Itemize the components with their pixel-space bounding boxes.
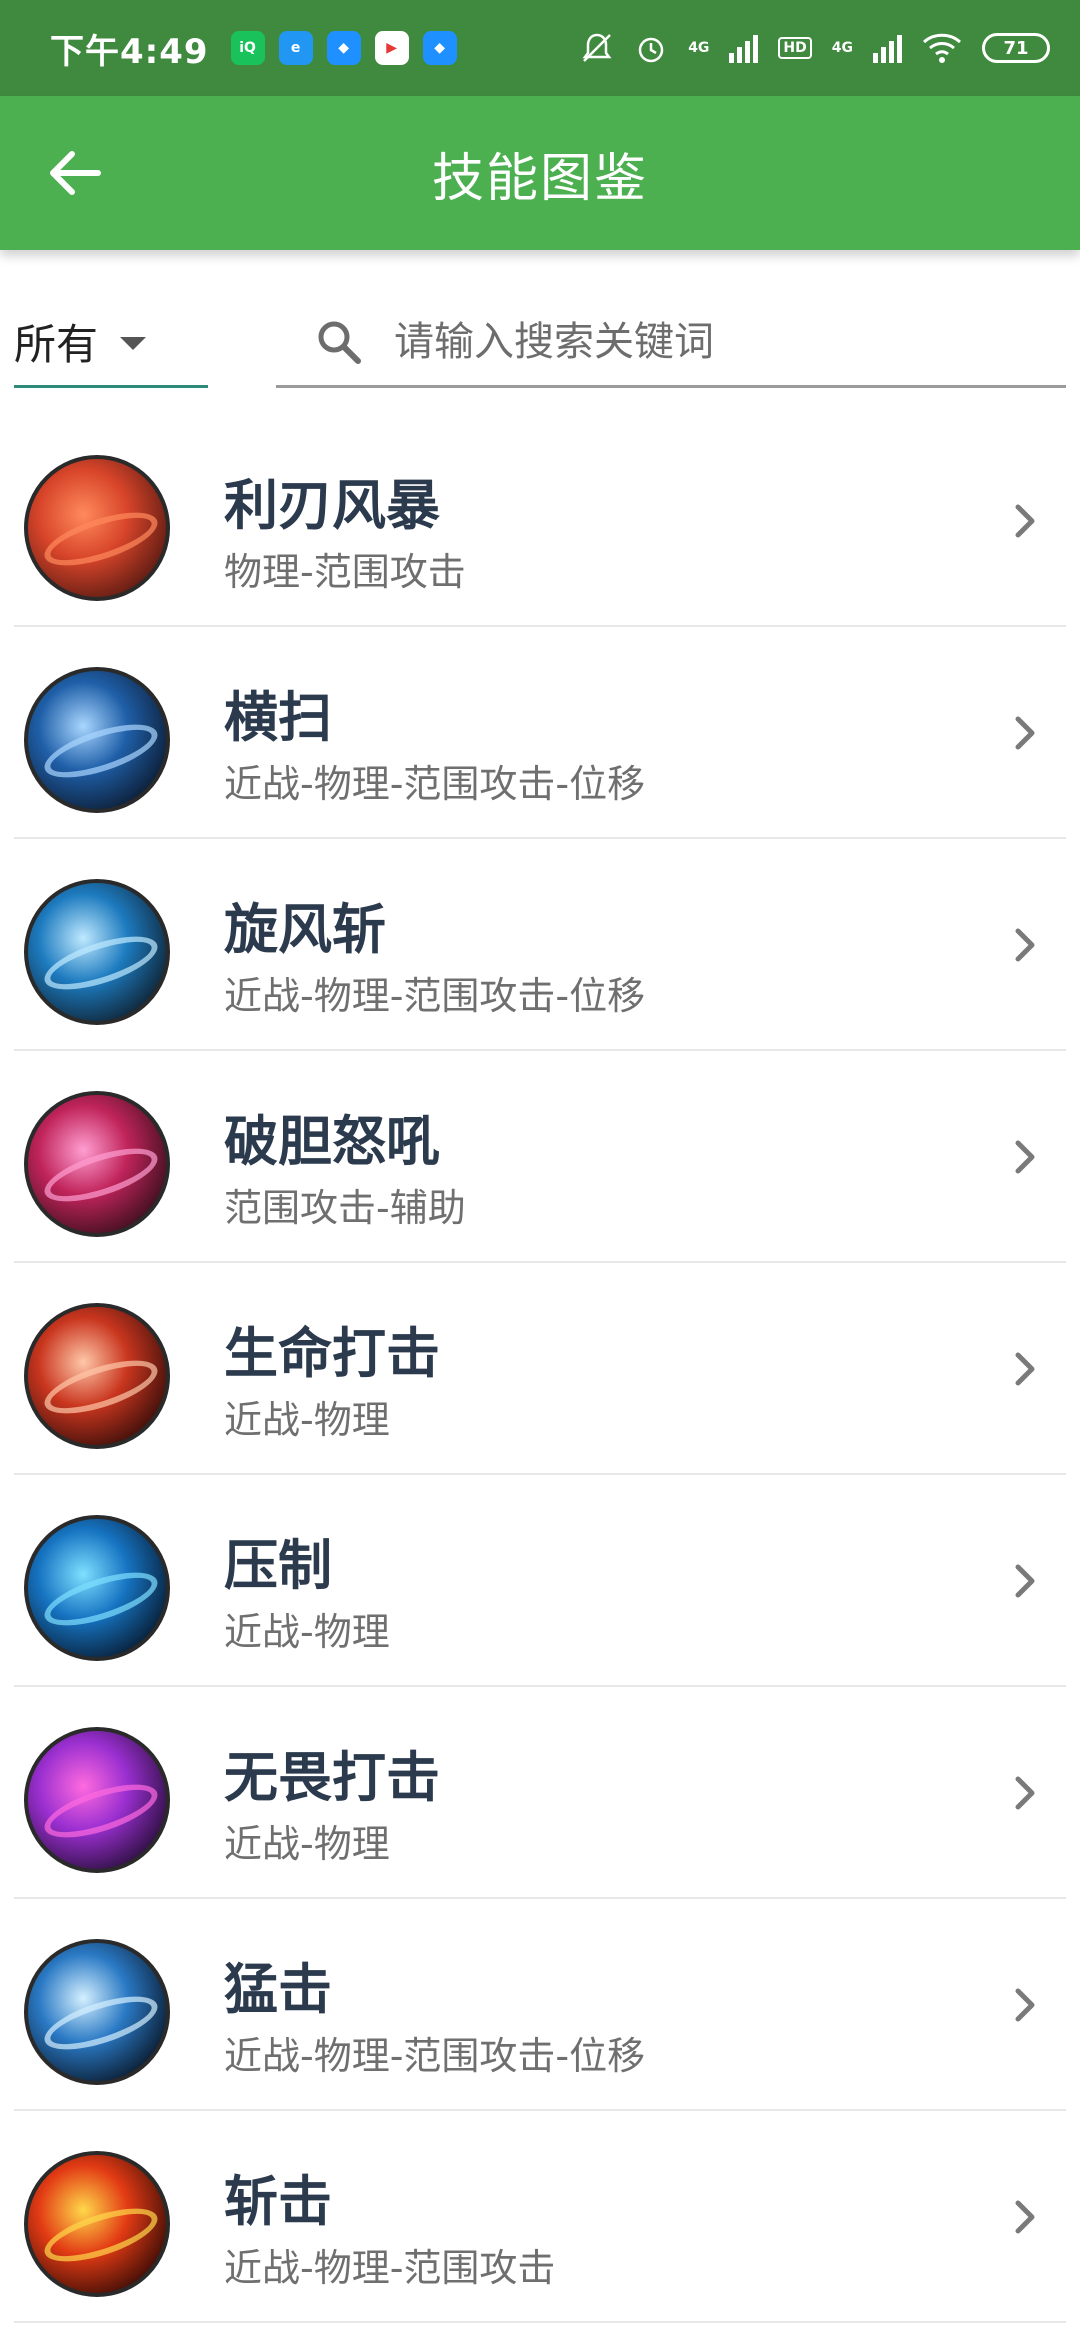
skill-icon xyxy=(24,1303,170,1449)
skill-name: 旋风斩 xyxy=(224,898,386,961)
back-arrow-icon[interactable] xyxy=(40,138,110,208)
status-right: 4G HD 4G 71 xyxy=(580,31,1050,65)
chevron-right-icon xyxy=(1015,1140,1035,1174)
skill-name: 无畏打击 xyxy=(224,1746,440,1809)
iqiyi-icon: iQ xyxy=(230,31,265,65)
skill-tags: 近战-物理-范围攻击-位移 xyxy=(224,2034,646,2078)
signal-icon xyxy=(729,33,759,63)
skill-row[interactable]: 生命打击近战-物理 xyxy=(14,1263,1066,1475)
skill-icon xyxy=(24,1939,170,2085)
skill-tags: 近战-物理-范围攻击-位移 xyxy=(224,762,646,806)
skill-icon xyxy=(24,1091,170,1237)
mute-bell-icon xyxy=(582,33,612,62)
app-bar: 技能图鉴 xyxy=(0,96,1080,250)
page-title: 技能图鉴 xyxy=(431,148,648,209)
search-box[interactable] xyxy=(276,298,1066,388)
skill-tags: 范围攻击-辅助 xyxy=(224,1186,466,1230)
dropdown-selected-value: 所有 xyxy=(14,320,99,369)
skill-row[interactable]: 利刃风暴物理-范围攻击 xyxy=(14,415,1066,627)
skill-icon xyxy=(24,667,170,813)
skill-tags: 近战-物理 xyxy=(224,1610,390,1654)
status-bar: 下午4:49 iQ e ◆ ▶ ◆ 4G HD 4G 71 xyxy=(0,0,1080,96)
skill-name: 生命打击 xyxy=(224,1322,440,1385)
chevron-right-icon xyxy=(1015,1564,1035,1598)
play-store-icon: ▶ xyxy=(374,31,409,65)
skill-icon xyxy=(24,1515,170,1661)
skill-name: 猛击 xyxy=(224,1958,332,2021)
skill-icon xyxy=(24,2151,170,2297)
signal-icon-2 xyxy=(873,33,902,63)
skill-list: 利刃风暴 物理-范围攻击 横扫 近战-物理-范围攻击-位移 旋风斩 近战-物理-范围攻击-… xyxy=(0,415,1080,2323)
chevron-right-icon xyxy=(1015,1352,1035,1386)
chevron-right-icon xyxy=(1015,928,1035,962)
skill-name: 压制 xyxy=(224,1534,332,1597)
search-input[interactable] xyxy=(394,318,1034,365)
status-left: 下午4:49 iQ e ◆ ▶ ◆ xyxy=(50,24,457,73)
chevron-right-icon xyxy=(1015,1988,1035,2022)
skill-name: 破胆怒吼 xyxy=(224,1110,440,1173)
skill-tags: 近战-物理-范围攻击 xyxy=(224,2246,556,2290)
battery-indicator: 71 xyxy=(982,33,1050,63)
skill-name: 斩击 xyxy=(224,2170,332,2233)
hd-badge: HD xyxy=(778,37,812,59)
skill-name: 利刃风暴 xyxy=(224,474,440,537)
app-blue-icon: ◆ xyxy=(326,31,361,65)
chevron-right-icon xyxy=(1015,716,1035,750)
caret-down-icon xyxy=(120,337,147,350)
app-blue2-icon: ◆ xyxy=(422,31,457,65)
skill-name: 横扫 xyxy=(224,686,332,749)
skill-row[interactable]: 无畏打击近战-物理 xyxy=(14,1687,1066,1899)
alarm-icon xyxy=(638,37,664,63)
notification-icons: iQ e ◆ ▶ ◆ xyxy=(230,31,457,65)
wifi-icon xyxy=(922,33,962,63)
skill-row[interactable]: 横扫近战-物理-范围攻击-位移 xyxy=(14,627,1066,839)
status-time: 下午4:49 xyxy=(50,31,209,72)
chevron-right-icon xyxy=(1015,504,1035,538)
skill-row[interactable]: 斩击近战-物理-范围攻击 xyxy=(14,2111,1066,2323)
skill-tags: 物理-范围攻击 xyxy=(224,550,466,594)
network-type-label: 4G xyxy=(688,40,710,56)
skill-icon xyxy=(24,879,170,1025)
browser-icon: e xyxy=(278,31,313,65)
skill-tags: 近战-物理 xyxy=(224,1822,390,1866)
search-icon xyxy=(318,321,361,364)
category-dropdown[interactable]: 所有 xyxy=(14,298,208,388)
skill-icon xyxy=(24,1727,170,1873)
skill-tags: 近战-物理-范围攻击-位移 xyxy=(224,974,646,1018)
skill-tags: 近战-物理 xyxy=(224,1398,390,1442)
skill-row[interactable]: 旋风斩近战-物理-范围攻击-位移 xyxy=(14,839,1066,1051)
chevron-right-icon xyxy=(1015,1776,1035,1810)
skill-row[interactable]: 压制近战-物理 xyxy=(14,1475,1066,1687)
skill-row[interactable]: 猛击近战-物理-范围攻击-位移 xyxy=(14,1899,1066,2111)
skill-icon xyxy=(24,455,170,601)
skill-row[interactable]: 破胆怒吼范围攻击-辅助 xyxy=(14,1051,1066,1263)
chevron-right-icon xyxy=(1015,2200,1035,2234)
filter-bar: 所有 xyxy=(0,250,1080,400)
network-type-label-2: 4G xyxy=(831,40,853,56)
